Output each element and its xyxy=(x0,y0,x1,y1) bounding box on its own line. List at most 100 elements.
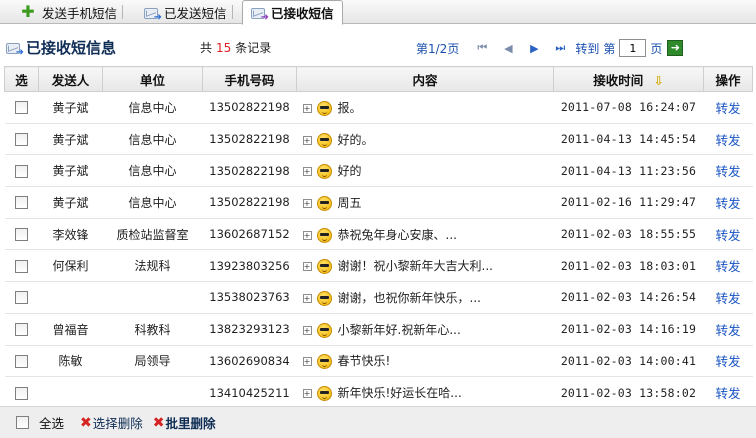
expand-icon[interactable]: + xyxy=(302,198,312,208)
row-checkbox[interactable] xyxy=(15,133,28,147)
row-checkbox[interactable] xyxy=(15,291,28,305)
phone-cell: 13538023763 xyxy=(202,281,297,314)
last-page-icon[interactable]: ⏭ xyxy=(551,41,569,55)
smiley-icon xyxy=(316,164,332,180)
forward-link[interactable]: 转发 xyxy=(715,228,740,243)
content-cell: + 新年快乐!好运长在哈... xyxy=(296,376,554,409)
table-footer: 全选 ✖ 选择删除 ✖ 批里删除 xyxy=(0,406,756,438)
row-checkbox[interactable] xyxy=(15,196,28,210)
col-unit[interactable]: 单位 xyxy=(102,66,203,92)
expand-icon[interactable]: + xyxy=(302,262,312,272)
page-suffix: 页 xyxy=(650,41,663,56)
phone-cell: 13410425211 xyxy=(202,376,297,409)
delete-selected-button[interactable]: 选择删除 xyxy=(93,413,143,432)
row-checkbox[interactable] xyxy=(15,386,28,400)
phone-cell: 13923803256 xyxy=(202,249,297,283)
unit-cell: 信息中心 xyxy=(102,186,203,219)
unit-cell: 信息中心 xyxy=(102,91,203,124)
page-header: ➜ 已接收短信息 共15条记录 第1/2页 ⏮ ◀ ▶ ⏭ 转到 第 页 ➜ xyxy=(0,30,756,64)
forward-link[interactable]: 转发 xyxy=(715,354,740,369)
row-checkbox[interactable] xyxy=(15,228,28,242)
page-number-input[interactable] xyxy=(619,39,647,57)
content-text: 谢谢！祝小黎新年大吉大利... xyxy=(337,259,493,274)
batch-delete-button[interactable]: 批里删除 xyxy=(166,413,216,432)
forward-link[interactable]: 转发 xyxy=(715,133,740,148)
time-cell: 2011-02-03 13:58:02 xyxy=(553,376,704,409)
next-page-icon[interactable]: ▶ xyxy=(525,42,543,55)
count-prefix: 共 xyxy=(200,41,213,55)
expand-icon[interactable]: + xyxy=(302,135,312,145)
table-row: 陈敏 局领导 13602690834 + 春节快乐! 2011-02-03 14:00:4… xyxy=(4,345,753,378)
forward-link[interactable]: 转发 xyxy=(715,323,740,338)
forward-link[interactable]: 转发 xyxy=(715,164,740,179)
time-cell: 2011-02-03 14:00:41 xyxy=(553,345,704,378)
row-checkbox[interactable] xyxy=(15,259,28,273)
page-title: ➜ 已接收短信息 xyxy=(6,37,116,58)
tab-send-sms[interactable]: ✚ 发送手机短信 xyxy=(20,0,124,24)
time-cell: 2011-02-03 18:55:55 xyxy=(553,218,704,251)
row-select xyxy=(4,154,39,188)
forward-link[interactable]: 转发 xyxy=(715,386,740,401)
phone-cell: 13502822198 xyxy=(202,186,297,219)
tab-sent-sms[interactable]: ➜ 已发送短信 xyxy=(144,0,232,24)
content-cell: + 报。 xyxy=(296,91,554,124)
sender-cell: 曾福音 xyxy=(38,313,103,346)
row-select xyxy=(4,218,39,251)
col-time[interactable]: 接收时间 ⇩ xyxy=(553,66,704,92)
expand-icon[interactable]: + xyxy=(302,103,312,113)
phone-cell: 13502822198 xyxy=(202,123,297,156)
sort-desc-icon: ⇩ xyxy=(653,73,664,88)
smiley-icon xyxy=(316,132,332,148)
goto-label: 转到 xyxy=(575,41,600,56)
content-text: 周五 xyxy=(337,195,362,210)
row-select xyxy=(4,345,39,378)
table-row: 何保利 法规科 13923803256 + 谢谢！祝小黎新年大吉大利... 2011-02… xyxy=(4,249,753,283)
row-checkbox[interactable] xyxy=(15,323,28,337)
tab-received-sms[interactable]: ➜ 已接收短信 xyxy=(242,0,343,25)
col-phone[interactable]: 手机号码 xyxy=(202,66,297,92)
record-count: 共 15 条记录 xyxy=(200,39,271,56)
forward-link[interactable]: 转发 xyxy=(715,259,740,274)
content-text: 好的。 xyxy=(337,132,374,147)
count-suffix: 条记录 xyxy=(235,41,272,55)
row-select xyxy=(4,313,39,346)
phone-cell: 13502822198 xyxy=(202,91,297,124)
time-cell: 2011-02-16 11:29:47 xyxy=(553,186,704,219)
expand-icon[interactable]: + xyxy=(302,230,312,240)
forward-link[interactable]: 转发 xyxy=(715,101,740,116)
unit-cell: 法规科 xyxy=(102,249,203,283)
time-cell: 2011-07-08 16:24:07 xyxy=(553,91,704,124)
sender-cell: 李效锋 xyxy=(38,218,103,251)
sender-cell xyxy=(38,281,103,314)
expand-icon[interactable]: + xyxy=(302,293,312,303)
first-page-icon[interactable]: ⏮ xyxy=(473,41,491,55)
expand-icon[interactable]: + xyxy=(302,167,312,177)
time-cell: 2011-04-13 14:45:54 xyxy=(553,123,704,156)
content-text: 报。 xyxy=(337,100,362,115)
unit-cell: 局领导 xyxy=(102,345,203,378)
row-checkbox[interactable] xyxy=(15,101,28,115)
col-sender[interactable]: 发送人 xyxy=(38,66,103,92)
time-cell: 2011-02-03 14:16:19 xyxy=(553,313,704,346)
sender-cell: 黄子斌 xyxy=(38,91,103,124)
col-content[interactable]: 内容 xyxy=(296,66,554,92)
sender-cell: 黄子斌 xyxy=(38,154,103,188)
sender-cell: 黄子斌 xyxy=(38,186,103,219)
expand-icon[interactable]: + xyxy=(302,357,312,367)
smiley-icon xyxy=(316,386,332,402)
go-arrow-icon[interactable]: ➜ xyxy=(667,40,684,56)
table-row: 黄子斌 信息中心 13502822198 + 好的。 2011-04-13 14:45:5… xyxy=(4,123,753,156)
select-all-checkbox[interactable] xyxy=(16,416,29,429)
prev-page-icon[interactable]: ◀ xyxy=(499,42,517,55)
unit-cell: 信息中心 xyxy=(102,154,203,188)
expand-icon[interactable]: + xyxy=(302,325,312,335)
forward-link[interactable]: 转发 xyxy=(715,291,740,306)
row-checkbox[interactable] xyxy=(15,164,28,178)
phone-cell: 13602690834 xyxy=(202,345,297,378)
forward-link[interactable]: 转发 xyxy=(715,196,740,211)
expand-icon[interactable]: + xyxy=(302,389,312,399)
smiley-icon xyxy=(316,227,332,243)
content-text: 春节快乐! xyxy=(337,354,391,369)
row-checkbox[interactable] xyxy=(15,354,28,368)
unit-cell: 信息中心 xyxy=(102,123,203,156)
